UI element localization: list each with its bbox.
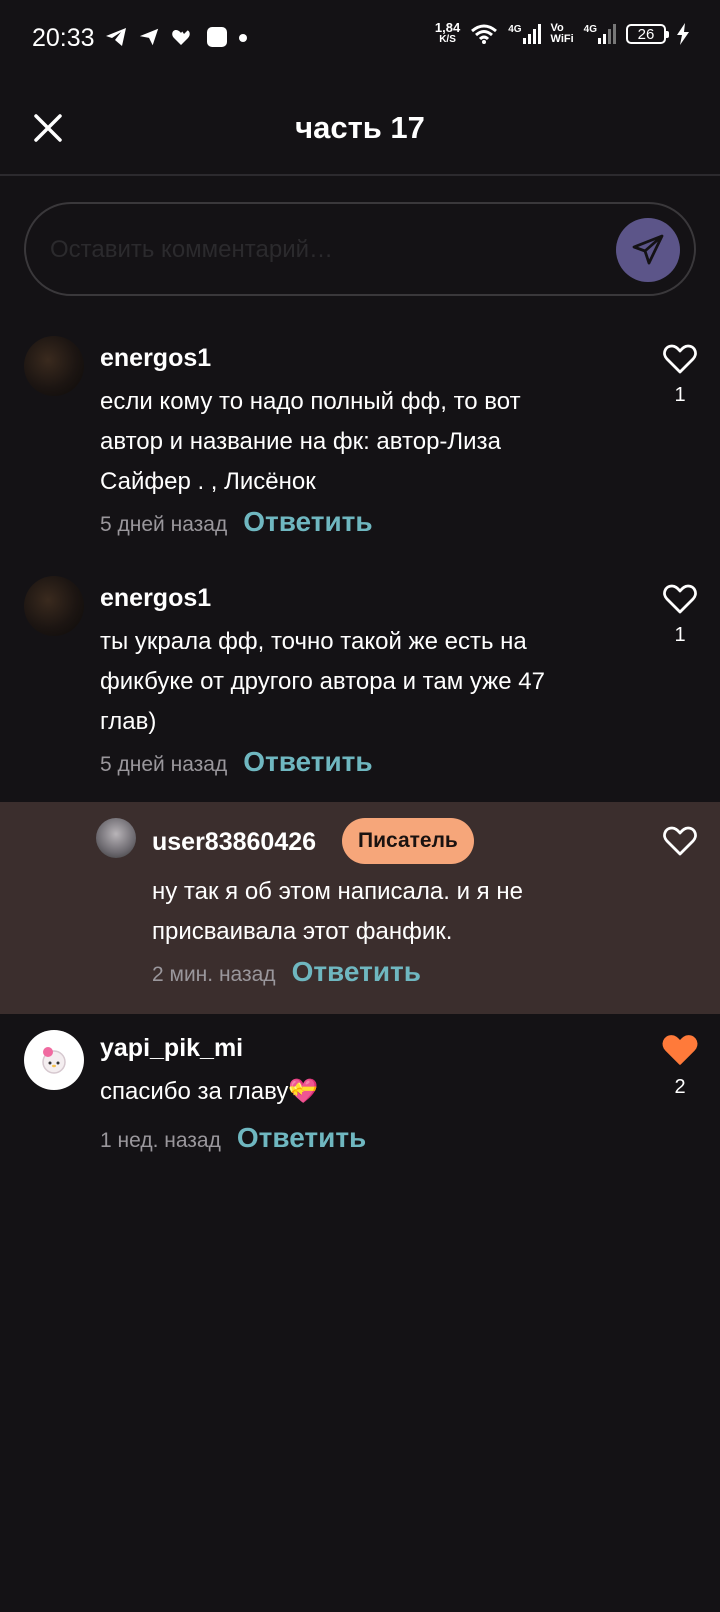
like-button[interactable]: 1 — [662, 344, 698, 407]
comment-time: 5 дней назад — [100, 513, 228, 536]
app-square-icon — [207, 27, 227, 47]
signal-1-label: 4G — [508, 24, 522, 35]
battery-indicator: 26 — [626, 24, 669, 44]
heart-icon — [663, 826, 697, 856]
highlighted-reply: user83860426 Писатель ну так я об этом н… — [0, 802, 720, 1014]
cell-signal-1: 4G — [508, 24, 541, 44]
comment-username[interactable]: yapi_pik_mi — [100, 1034, 243, 1063]
comment-line: если кому то надо полный фф, то вот — [100, 388, 521, 415]
signal-bars-icon — [598, 24, 616, 44]
like-button[interactable] — [662, 826, 698, 856]
net-speed-value: 1,84 — [434, 20, 461, 35]
avatar[interactable] — [24, 336, 84, 396]
comment-meta: 1 нед. назад Ответить — [100, 1122, 366, 1154]
comment-text: если кому то надо полный фф, то вот авто… — [100, 382, 521, 502]
comment-text: ты украла фф, точно такой же есть на фик… — [100, 622, 545, 742]
status-bar: 20:33 1,84 K/S 4G Vo WiFi 4G 26 — [0, 0, 720, 80]
page-title: часть 17 — [295, 110, 425, 145]
comment-line: ты украла фф, точно такой же есть на — [100, 628, 527, 655]
avatar[interactable] — [24, 576, 84, 636]
comment-line: фикбуке от другого автора и там уже 47 — [100, 668, 545, 695]
comment-item: yapi_pik_mi спасибо за главу💝 1 нед. наз… — [0, 1030, 720, 1160]
reply-button[interactable]: Ответить — [292, 956, 421, 988]
like-button[interactable]: 1 — [662, 584, 698, 647]
reply-button[interactable]: Ответить — [237, 1122, 366, 1154]
send-icon — [632, 234, 664, 265]
hearts-app-icon — [172, 29, 190, 45]
cell-signal-2: 4G — [584, 24, 616, 44]
avatar[interactable] — [24, 1030, 84, 1090]
comment-line: глав) — [100, 708, 157, 735]
comment-text: спасибо за главу💝 — [100, 1072, 318, 1112]
status-notification-icons — [104, 26, 248, 48]
comment-line: ну так я об этом написала. и я не — [152, 878, 523, 905]
kitty-avatar-icon — [42, 1047, 66, 1074]
comment-input[interactable] — [48, 226, 612, 274]
battery-level: 26 — [637, 25, 655, 43]
comment-username[interactable]: energos1 — [100, 344, 211, 373]
comment-line: присваивала этот фанфик. — [152, 918, 453, 945]
like-count: 2 — [674, 1076, 686, 1098]
heart-icon — [663, 584, 697, 614]
charging-icon — [677, 23, 689, 45]
avatar[interactable] — [96, 818, 136, 858]
comment-username[interactable]: user83860426 — [152, 828, 316, 857]
comment-time: 1 нед. назад — [100, 1129, 221, 1152]
more-notifications-icon — [239, 34, 247, 42]
comment-text: ну так я об этом написала. и я не присва… — [152, 872, 523, 952]
signal-bars-icon — [522, 24, 541, 44]
heart-filled-icon — [662, 1035, 698, 1065]
comment-username[interactable]: energos1 — [100, 584, 211, 613]
status-system-icons: 1,84 K/S 4G Vo WiFi 4G 26 — [434, 20, 690, 46]
heart-icon — [663, 344, 697, 374]
vowifi-bottom: WiFi — [550, 33, 574, 45]
reply-button[interactable]: Ответить — [243, 506, 372, 538]
header: часть 17 — [0, 80, 720, 176]
comment-compose — [24, 202, 696, 296]
like-count: 1 — [674, 624, 686, 646]
comment-line: спасибо за главу💝 — [100, 1078, 319, 1105]
comment-line: автор и название на фк: автор-Лиза — [100, 428, 501, 455]
comment-time: 2 мин. назад — [152, 963, 276, 986]
comment-item: energos1 если кому то надо полный фф, то… — [0, 336, 720, 546]
send-button[interactable] — [616, 218, 680, 282]
telegram-icon — [106, 28, 126, 46]
comment-meta: 5 дней назад Ответить — [100, 506, 373, 538]
like-count: 1 — [674, 384, 686, 406]
writer-badge: Писатель — [342, 818, 474, 864]
signal-2-label: 4G — [583, 24, 597, 35]
net-speed-unit: K/S — [439, 34, 456, 45]
comment-meta: 5 дней назад Ответить — [100, 746, 373, 778]
network-speed: 1,84 K/S — [434, 20, 461, 46]
comment-line: Сайфер . , Лисёнок — [100, 468, 316, 495]
like-button[interactable]: 2 — [662, 1034, 698, 1099]
telegram-icon — [139, 28, 159, 46]
vowifi-indicator: Vo WiFi — [551, 23, 574, 45]
comment-item: energos1 ты украла фф, точно такой же ес… — [0, 576, 720, 786]
status-time: 20:33 — [32, 24, 95, 52]
comment-time: 5 дней назад — [100, 753, 228, 776]
reply-button[interactable]: Ответить — [243, 746, 372, 778]
wifi-icon — [471, 24, 498, 44]
comment-meta: 2 мин. назад Ответить — [152, 956, 421, 988]
